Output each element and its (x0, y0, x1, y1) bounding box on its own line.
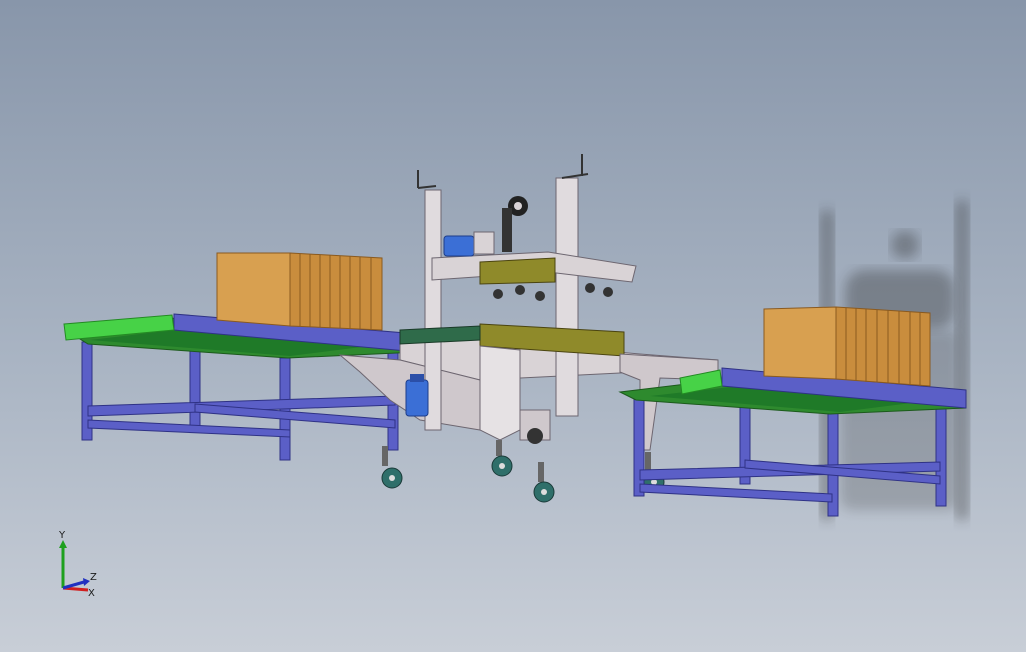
right-post (555, 177, 579, 417)
y-axis-label: Y (58, 530, 66, 541)
lower-motor (405, 379, 429, 417)
caster-wheels (381, 440, 665, 503)
axis-triad: Y Z X (58, 530, 97, 598)
right-handwheel[interactable] (561, 154, 589, 179)
tape-roll (502, 196, 528, 252)
bottom-tape-head (519, 409, 551, 444)
lower-motor-cap (410, 374, 424, 382)
left-conveyor[interactable] (63, 252, 419, 461)
left-carton (216, 252, 383, 331)
cad-viewport[interactable] (0, 0, 1026, 652)
top-motor (443, 235, 475, 257)
x-axis-label: X (88, 588, 95, 598)
top-tape-head (479, 257, 556, 285)
y-axis-arrowhead (59, 540, 67, 548)
z-axis-arrow (62, 580, 85, 590)
lower-body (479, 345, 521, 441)
carriage-rollers (493, 283, 613, 301)
left-handwheel[interactable] (417, 170, 437, 189)
z-axis-arrowhead (83, 578, 90, 586)
z-axis-label: Z (90, 572, 97, 583)
motor-gearbox (473, 231, 495, 255)
right-carton (763, 306, 931, 387)
